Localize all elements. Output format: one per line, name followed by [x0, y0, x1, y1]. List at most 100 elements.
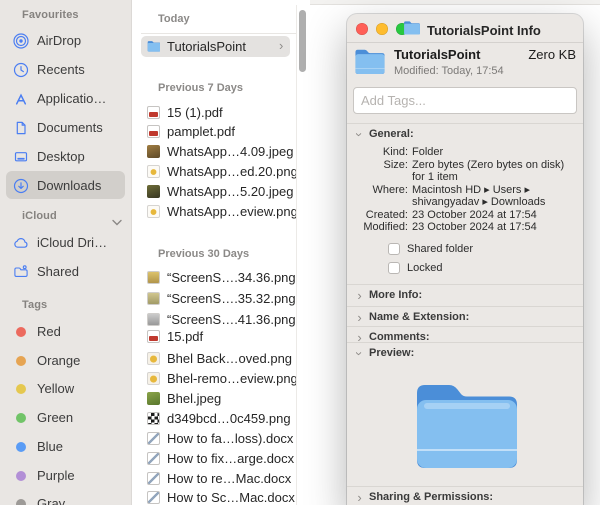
sidebar-tag-purple[interactable]: Purple	[0, 461, 131, 490]
file-name: How to Sc…Mac.docx	[167, 490, 295, 505]
sidebar-tag-gray[interactable]: Gray	[0, 489, 131, 505]
info-titlebar[interactable]: TutorialsPoint Info	[347, 14, 583, 43]
file-name: WhatsApp…eview.png	[167, 204, 298, 219]
sidebar-item-airdrop[interactable]: AirDrop	[0, 26, 131, 55]
sidebar-item-downloads[interactable]: Downloads	[0, 171, 131, 200]
section-preview[interactable]: › Preview:	[347, 342, 583, 363]
file-name: Bhel-remo…eview.png	[167, 371, 298, 386]
file-row[interactable]: Bhel Back…oved.png	[132, 349, 302, 368]
group-header-prev30: Previous 30 Days	[158, 248, 250, 260]
cloud-icon	[13, 235, 29, 251]
tag-label: Orange	[37, 353, 81, 368]
section-name-extension[interactable]: › Name & Extension:	[347, 306, 583, 327]
screenshot-thumbnail-icon	[147, 313, 160, 326]
minimize-button[interactable]	[376, 23, 388, 35]
detail-row-kind: Kind: Folder	[382, 146, 444, 158]
file-row[interactable]: How to fix…arge.docx	[132, 449, 302, 468]
close-button[interactable]	[356, 23, 368, 35]
detail-row-size: Size: Zero bytes (Zero bytes on disk) for…	[383, 158, 565, 184]
section-sharing-permissions[interactable]: › Sharing & Permissions:	[347, 486, 583, 505]
sidebar-tag-blue[interactable]: Blue	[0, 432, 131, 461]
sidebar-item-documents[interactable]: Documents	[0, 113, 131, 142]
sidebar-item-label: AirDrop	[37, 33, 82, 48]
file-row[interactable]: 15.pdf	[132, 327, 302, 346]
file-row[interactable]: WhatsApp…4.09.jpeg	[132, 142, 302, 161]
disclosure-triangle-icon: ›	[357, 329, 362, 345]
file-row[interactable]: Bhel.jpeg	[132, 389, 302, 408]
window-title: TutorialsPoint Info	[427, 22, 541, 38]
sidebar-item-applications[interactable]: Applicatio…	[0, 84, 131, 113]
sidebar-tag-green[interactable]: Green	[0, 403, 131, 432]
shared-folder-checkbox-row: Shared folder	[388, 243, 473, 255]
tag-dot-orange	[16, 355, 26, 366]
disclosure-triangle-icon: ›	[352, 350, 367, 356]
get-info-window: TutorialsPoint Info TutorialsPoint Zero …	[347, 14, 583, 505]
sidebar-item-label: Desktop	[37, 149, 85, 164]
file-list-column: Today TutorialsPoint › Previous 7 Days 1…	[132, 0, 310, 505]
file-row[interactable]: How to re…Mac.docx	[132, 469, 302, 488]
tag-dot-blue	[16, 441, 26, 452]
file-row[interactable]: 15 (1).pdf	[132, 103, 302, 122]
scrollbar-thumb[interactable]	[299, 10, 306, 72]
file-name: “ScreenS….35.32.png	[167, 291, 296, 306]
preview-folder-icon	[412, 376, 522, 476]
screenshot-thumbnail-icon	[147, 271, 160, 284]
docx-icon	[147, 491, 160, 504]
appstore-icon	[13, 91, 29, 107]
sidebar-item-label: Applicatio…	[37, 91, 107, 106]
image-thumbnail-icon	[147, 392, 160, 405]
tag-label: Blue	[37, 439, 64, 454]
tag-dot-yellow	[16, 383, 26, 394]
desktop-icon	[13, 149, 29, 165]
favourites-header: Favourites	[22, 9, 79, 21]
locked-checkbox[interactable]	[388, 262, 400, 274]
icloud-header: iCloud	[22, 210, 57, 222]
file-name: How to fix…arge.docx	[167, 451, 295, 466]
file-row[interactable]: How to fa…loss).docx	[132, 429, 302, 448]
image-thumbnail-icon	[147, 372, 160, 385]
info-item-size: Zero KB	[528, 47, 576, 62]
sidebar-tag-yellow[interactable]: Yellow	[0, 374, 131, 403]
section-more-info[interactable]: › More Info:	[347, 284, 583, 305]
section-label: Name & Extension:	[369, 311, 470, 323]
file-row[interactable]: WhatsApp…5.20.jpeg	[132, 182, 302, 201]
file-name: WhatsApp…4.09.jpeg	[167, 144, 294, 159]
sidebar-item-desktop[interactable]: Desktop	[0, 142, 131, 171]
sidebar-item-recents[interactable]: Recents	[0, 55, 131, 84]
disclosure-triangle-icon: ›	[357, 309, 362, 325]
file-row[interactable]: “ScreenS….34.36.png	[132, 268, 302, 287]
file-row[interactable]: WhatsApp…ed.20.png	[132, 162, 302, 181]
shared-folder-checkbox[interactable]	[388, 243, 400, 255]
mini-folder-icon	[403, 20, 421, 40]
sidebar-item-shared[interactable]: Shared	[0, 257, 131, 286]
file-row[interactable]: pamplet.pdf	[132, 122, 302, 141]
file-row[interactable]: WhatsApp…eview.png	[132, 202, 302, 221]
file-name: pamplet.pdf	[167, 124, 235, 139]
section-label: General:	[369, 128, 414, 140]
add-tags-input[interactable]	[353, 87, 577, 114]
group-header-today: Today	[158, 13, 190, 25]
file-row[interactable]: d349bcd…0c459.png	[132, 409, 302, 428]
file-row-tutorialspoint[interactable]: TutorialsPoint	[132, 36, 302, 57]
section-general[interactable]: › General:	[347, 123, 583, 144]
file-name: 15.pdf	[167, 329, 204, 344]
file-row[interactable]: “ScreenS….35.32.png	[132, 289, 302, 308]
locked-checkbox-row: Locked	[388, 262, 442, 274]
titlebar-title-group: TutorialsPoint Info	[403, 20, 541, 40]
sidebar-item-icloud-drive[interactable]: iCloud Dri…	[0, 228, 131, 257]
qr-code-thumbnail-icon	[147, 412, 160, 425]
sidebar-tag-orange[interactable]: Orange	[0, 346, 131, 375]
tag-dot-red	[16, 326, 26, 337]
sidebar-item-label: Downloads	[37, 178, 102, 193]
file-row[interactable]: Bhel-remo…eview.png	[132, 369, 302, 388]
image-thumbnail-icon	[147, 185, 160, 198]
general-details: Kind: Folder Size: Zero bytes (Zero bytes …	[347, 146, 581, 234]
group-divider	[141, 33, 296, 34]
screenshot-thumbnail-icon	[147, 292, 160, 305]
sidebar-tag-red[interactable]: Red	[0, 317, 131, 346]
folder-icon	[147, 40, 160, 53]
file-row[interactable]: How to Sc…Mac.docx	[132, 488, 302, 505]
section-label: Preview:	[369, 347, 415, 359]
tags-header: Tags	[22, 299, 48, 311]
pdf-icon	[147, 330, 160, 343]
